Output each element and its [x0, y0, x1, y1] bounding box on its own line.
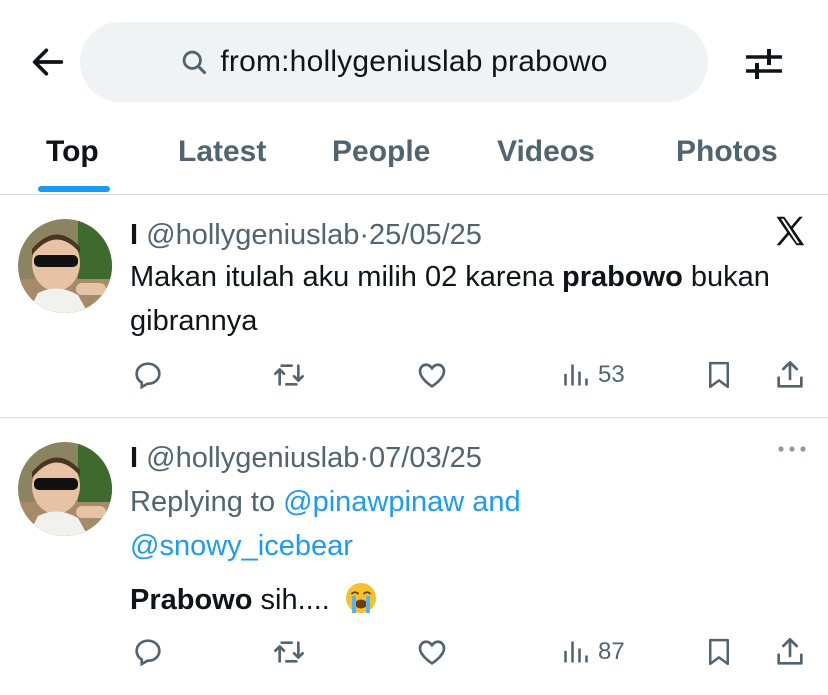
views-icon: [564, 364, 588, 386]
search-input[interactable]: from:hollygeniuslab prabowo: [80, 22, 708, 102]
filter-sliders-icon: [746, 49, 782, 79]
bookmark-icon: [709, 361, 729, 389]
back-button[interactable]: [26, 40, 70, 84]
reply-icon: [135, 362, 161, 390]
handle[interactable]: @hollygeniuslab: [146, 219, 359, 251]
like-button[interactable]: [416, 634, 448, 670]
tab-latest[interactable]: Latest: [178, 132, 266, 172]
views-icon: [564, 641, 588, 663]
reply-button[interactable]: [132, 357, 164, 393]
views-count: 53: [598, 361, 625, 388]
replying-to-label: Replying to: [130, 486, 284, 518]
search-tabs: Top Latest People Videos Photos: [0, 120, 828, 195]
x-logo-icon: [776, 216, 805, 246]
reply-button[interactable]: [132, 634, 164, 670]
retweet-icon: [274, 641, 304, 663]
replying-to: Replying to @pinawpinaw and @snowy_icebe…: [130, 480, 770, 568]
views-button[interactable]: 53: [562, 357, 625, 393]
tweet-header: I @hollygeniuslab·07/03/25: [130, 440, 482, 476]
crying-face-icon: [345, 583, 376, 613]
share-button[interactable]: [774, 634, 806, 670]
filter-button[interactable]: [740, 42, 788, 86]
separator: ·: [359, 219, 370, 251]
timestamp[interactable]: 07/03/25: [369, 442, 482, 474]
separator: ·: [359, 442, 370, 474]
retweet-icon: [274, 364, 304, 386]
tab-photos[interactable]: Photos: [676, 132, 778, 172]
highlighted-keyword: Prabowo: [130, 584, 253, 616]
more-icon[interactable]: [776, 444, 808, 454]
tweet-text: Makan itulah aku milih 02 karena prabowo…: [130, 255, 770, 343]
heart-icon: [418, 640, 446, 665]
tweet-actions: 87: [0, 634, 828, 674]
arrow-left-icon: [32, 48, 64, 76]
tweet-text-part: sih....: [252, 584, 330, 616]
share-button[interactable]: [774, 357, 806, 393]
tweet-text: Prabowo sih....: [130, 578, 770, 622]
bookmark-button[interactable]: [704, 357, 734, 393]
search-icon: [180, 47, 210, 77]
avatar[interactable]: [18, 219, 112, 313]
tweet-card[interactable]: I @hollygeniuslab·07/03/25 Replying to @…: [0, 418, 828, 695]
active-tab-indicator: [38, 186, 110, 192]
heart-icon: [418, 363, 446, 388]
tab-videos[interactable]: Videos: [497, 132, 595, 172]
bookmark-button[interactable]: [704, 634, 734, 670]
timestamp[interactable]: 25/05/25: [369, 219, 482, 251]
reply-icon: [135, 639, 161, 667]
avatar[interactable]: [18, 442, 112, 536]
tab-people[interactable]: People: [332, 132, 430, 172]
search-query: from:hollygeniuslab prabowo: [220, 45, 608, 78]
tab-top[interactable]: Top: [46, 132, 99, 172]
views-count: 87: [598, 638, 625, 665]
tweet-text-part: Makan itulah aku milih 02 karena: [130, 261, 563, 293]
share-icon: [777, 638, 803, 665]
views-button[interactable]: 87: [562, 634, 625, 670]
like-button[interactable]: [416, 357, 448, 393]
tweet-header: I @hollygeniuslab·25/05/25: [130, 217, 482, 253]
mention-link[interactable]: @pinawpinaw: [283, 486, 464, 518]
top-bar: from:hollygeniuslab prabowo: [0, 0, 828, 120]
tweet-actions: 53: [0, 357, 828, 397]
tweet-card[interactable]: I @hollygeniuslab·25/05/25 Makan itulah …: [0, 195, 828, 418]
display-name[interactable]: I: [130, 442, 138, 474]
retweet-button[interactable]: [272, 357, 306, 393]
highlighted-keyword: prabowo: [562, 261, 683, 293]
handle[interactable]: @hollygeniuslab: [146, 442, 359, 474]
bookmark-icon: [709, 638, 729, 666]
display-name[interactable]: I: [130, 219, 138, 251]
replying-to-and: and: [464, 486, 521, 518]
mention-link[interactable]: @snowy_icebear: [130, 530, 353, 562]
retweet-button[interactable]: [272, 634, 306, 670]
share-icon: [777, 361, 803, 388]
